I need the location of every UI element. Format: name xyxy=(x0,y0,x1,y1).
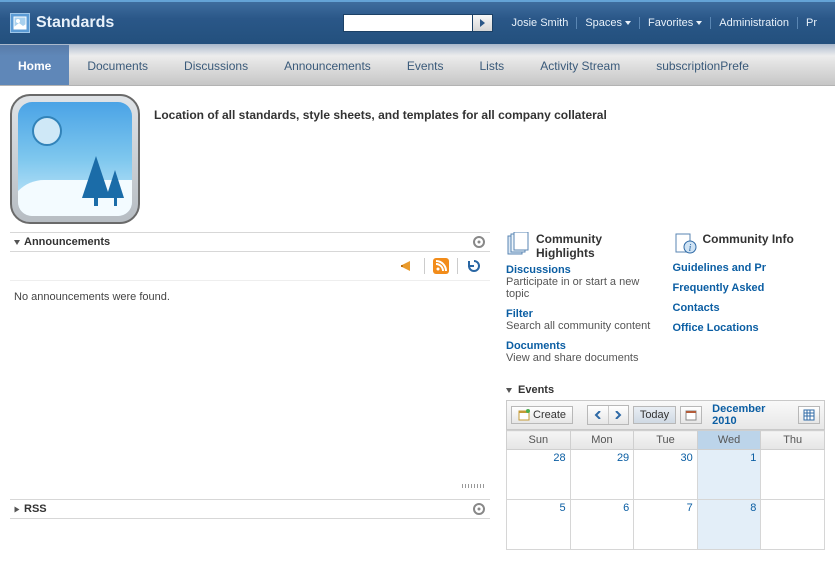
announcements-toolbar xyxy=(10,252,490,281)
calendar-cell[interactable]: 1 xyxy=(697,450,761,500)
highlights-link-filter[interactable]: Filter xyxy=(506,308,659,320)
search-input[interactable] xyxy=(343,14,473,32)
calendar-month-label[interactable]: December 2010 xyxy=(712,403,790,427)
calendar-picker-button[interactable] xyxy=(680,406,702,424)
calendar-cell[interactable]: 8 xyxy=(697,500,761,550)
calendar-cell[interactable]: 30 xyxy=(634,450,698,500)
collapse-toggle[interactable] xyxy=(15,506,20,512)
announce-tool[interactable] xyxy=(400,258,416,274)
info-link-guidelines[interactable]: Guidelines and Pr xyxy=(673,262,826,274)
calendar-cell[interactable]: 7 xyxy=(634,500,698,550)
collapse-toggle[interactable] xyxy=(14,240,20,245)
preferences-link[interactable]: Pr xyxy=(798,17,825,29)
user-link[interactable]: Josie Smith xyxy=(503,17,577,29)
highlights-sub: Search all community content xyxy=(506,320,659,332)
highlights-link-documents[interactable]: Documents xyxy=(506,340,659,352)
highlights-link-discussions[interactable]: Discussions xyxy=(506,264,659,276)
refresh-icon xyxy=(466,258,482,274)
calendar-toolbar: Create Today December 2010 xyxy=(506,400,825,430)
calendar-cell[interactable] xyxy=(761,500,825,550)
calendar-cell[interactable] xyxy=(761,450,825,500)
space-image xyxy=(10,94,140,224)
tab-bar: Home Documents Discussions Announcements… xyxy=(0,44,835,86)
chevron-down-icon xyxy=(625,21,631,25)
info-icon: i xyxy=(673,232,697,258)
chevron-left-icon xyxy=(594,411,602,419)
panel-title: Announcements xyxy=(24,236,110,248)
spaces-menu[interactable]: Spaces xyxy=(577,17,640,29)
rss-tool[interactable] xyxy=(433,258,449,274)
calendar-cell[interactable]: 29 xyxy=(570,450,634,500)
announcements-empty-message: No announcements were found. xyxy=(10,281,490,313)
dow-wed: Wed xyxy=(697,431,761,450)
chevron-right-icon xyxy=(614,411,622,419)
dow-sun: Sun xyxy=(507,431,571,450)
calendar-next[interactable] xyxy=(608,406,628,424)
info-link-faq[interactable]: Frequently Asked xyxy=(673,282,826,294)
calendar-prev[interactable] xyxy=(588,406,608,424)
refresh-tool[interactable] xyxy=(466,258,482,274)
calendar-icon xyxy=(685,409,697,421)
events-title: Events xyxy=(518,384,554,396)
calendar-cell[interactable]: 5 xyxy=(507,500,571,550)
calendar-grid: Sun Mon Tue Wed Thu 28 29 30 1 xyxy=(506,430,825,550)
create-event-button[interactable]: Create xyxy=(511,406,573,424)
dow-tue: Tue xyxy=(634,431,698,450)
administration-link[interactable]: Administration xyxy=(711,17,798,29)
highlights-sub: Participate in or start a new topic xyxy=(506,276,659,300)
community-highlights-title: Community Highlights xyxy=(536,232,659,260)
announcements-panel-header: Announcements xyxy=(10,232,490,252)
calendar-cell[interactable]: 6 xyxy=(570,500,634,550)
panel-resize-handle[interactable] xyxy=(10,483,490,489)
grid-icon xyxy=(803,409,815,421)
panel-settings[interactable] xyxy=(472,502,486,516)
dow-thu: Thu xyxy=(761,431,825,450)
calendar-view-button[interactable] xyxy=(798,406,820,424)
community-info-title: Community Info xyxy=(703,232,794,246)
gear-icon xyxy=(472,502,486,516)
svg-text:i: i xyxy=(688,243,691,254)
calendar-cell[interactable]: 28 xyxy=(507,450,571,500)
collapse-toggle[interactable] xyxy=(506,388,512,393)
app-icon xyxy=(10,13,30,33)
search-button[interactable] xyxy=(473,14,493,32)
space-description: Location of all standards, style sheets,… xyxy=(154,94,607,224)
documents-stack-icon xyxy=(506,232,530,258)
rss-panel-header: RSS xyxy=(10,499,490,519)
calendar-today-button[interactable]: Today xyxy=(633,406,676,424)
megaphone-icon xyxy=(400,258,416,274)
new-event-icon xyxy=(518,409,530,421)
panel-title: RSS xyxy=(24,503,47,515)
chevron-down-icon xyxy=(696,21,702,25)
arrow-right-icon xyxy=(478,18,488,28)
favorites-menu[interactable]: Favorites xyxy=(640,17,711,29)
gear-icon xyxy=(472,235,486,249)
app-title: Standards xyxy=(36,14,114,32)
info-link-contacts[interactable]: Contacts xyxy=(673,302,826,314)
panel-settings[interactable] xyxy=(472,235,486,249)
dow-mon: Mon xyxy=(570,431,634,450)
highlights-sub: View and share documents xyxy=(506,352,659,364)
info-link-office-locations[interactable]: Office Locations xyxy=(673,322,826,334)
rss-icon xyxy=(433,258,449,274)
